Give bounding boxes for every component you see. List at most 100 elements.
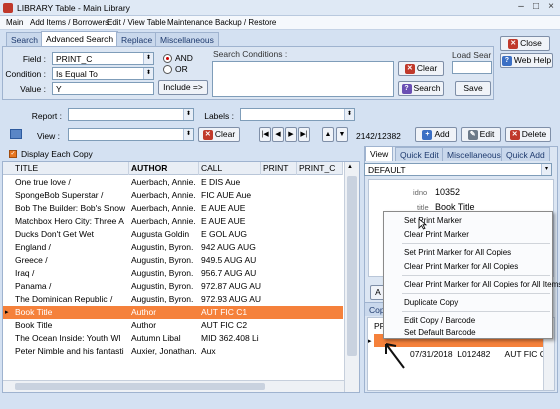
cell-print-c[interactable] — [297, 202, 343, 215]
cell-call[interactable]: Aux — [199, 345, 261, 358]
menu-add-items[interactable]: Add Items / Borrowers — [30, 18, 109, 27]
scrollbar-thumb[interactable] — [347, 176, 357, 356]
cell-call[interactable]: 956.7 AUG AU — [199, 267, 261, 280]
menu-set-print-marker-all-copies[interactable]: Set Print Marker for All Copies — [404, 248, 511, 257]
cell-author[interactable]: Author — [129, 319, 199, 332]
edit-button[interactable]: ✎ Edit — [461, 127, 501, 142]
cell-print-c[interactable] — [297, 306, 343, 319]
cell-author[interactable]: Augustin, Byron. — [129, 241, 199, 254]
or-radio[interactable] — [163, 65, 172, 74]
menu-clear-print-marker-all-copies[interactable]: Clear Print Marker for All Copies — [404, 262, 518, 271]
cell-print-c[interactable] — [297, 319, 343, 332]
tab-quick-edit[interactable]: Quick Edit — [395, 147, 444, 161]
cell-call[interactable]: E GOL AUG — [199, 228, 261, 241]
cell-print[interactable] — [261, 215, 297, 228]
table-row[interactable]: Bob The Builder: Bob's Snow Auerbach, Ann… — [3, 202, 343, 215]
cell-print-c[interactable] — [297, 189, 343, 202]
menu-set-print-marker[interactable]: Set Print Marker — [404, 216, 462, 225]
cell-print-c[interactable] — [297, 345, 343, 358]
web-help-button[interactable]: ? Web Help — [500, 53, 553, 68]
tab-quick-add[interactable]: Quick Add — [501, 147, 550, 161]
cell-print-c[interactable] — [297, 215, 343, 228]
cell-print-c[interactable] — [297, 293, 343, 306]
cell-call[interactable]: 972.87 AUG AU — [199, 280, 261, 293]
cell-print[interactable] — [261, 345, 297, 358]
menu-set-default-barcode[interactable]: Set Default Barcode — [404, 328, 476, 337]
prev-record-button[interactable]: ◀ — [272, 127, 284, 142]
table-row-selected[interactable]: ▸ Book Title Author AUT FIC C1 — [3, 306, 343, 319]
menu-clear-print-marker-all-items[interactable]: Clear Print Marker for All Copies for Al… — [404, 280, 560, 289]
close-button[interactable]: ✕ Close — [500, 36, 550, 51]
table-row[interactable]: Greece / Augustin, Byron. 949.5 AUG AU — [3, 254, 343, 267]
cell-print[interactable] — [261, 332, 297, 345]
column-print[interactable]: PRINT — [261, 162, 297, 175]
cell-title[interactable]: Panama / — [13, 280, 129, 293]
clear-conditions-button[interactable]: ✕ Clear — [398, 61, 444, 76]
column-call[interactable]: CALL — [199, 162, 261, 175]
menu-main[interactable]: Main — [6, 18, 23, 27]
tab-replace[interactable]: Replace — [116, 32, 158, 46]
cell-call[interactable]: AUT FIC C1 — [199, 306, 261, 319]
table-row[interactable]: The Dominican Republic / Augustin, Byron.… — [3, 293, 343, 306]
cell-author[interactable]: Augustin, Byron. — [129, 267, 199, 280]
cell-call[interactable]: FIC AUE Aue — [199, 189, 261, 202]
cell-title[interactable]: The Ocean Inside: Youth Wl — [13, 332, 129, 345]
table-row[interactable]: England / Augustin, Byron. 942 AUG AUG — [3, 241, 343, 254]
cell-print[interactable] — [261, 176, 297, 189]
add-button[interactable]: + Add — [415, 127, 457, 142]
menu-edit-view[interactable]: Edit / View Table — [107, 18, 166, 27]
column-author[interactable]: AUTHOR — [129, 162, 199, 175]
table-row[interactable]: The Ocean Inside: Youth Wl Autumn Libal MI… — [3, 332, 343, 345]
cell-title[interactable]: Book Title — [13, 306, 129, 319]
view-select[interactable]: ⬍ — [68, 128, 194, 141]
search-conditions-box[interactable] — [212, 61, 394, 97]
cell-title[interactable]: Ducks Don't Get Wet — [13, 228, 129, 241]
horizontal-scrollbar[interactable] — [3, 380, 344, 392]
cell-print[interactable] — [261, 228, 297, 241]
table-row[interactable]: Peter Nimble and his fantasti Auxier, Jon… — [3, 345, 343, 358]
cell-print[interactable] — [261, 267, 297, 280]
cell-call[interactable]: E AUE AUE — [199, 202, 261, 215]
cell-print-c[interactable] — [297, 254, 343, 267]
cell-call[interactable]: 949.5 AUG AU — [199, 254, 261, 267]
cell-print-c[interactable] — [297, 176, 343, 189]
next-record-button[interactable]: ▶ — [285, 127, 297, 142]
minimize-button[interactable]: – — [514, 1, 528, 14]
cell-print[interactable] — [261, 306, 297, 319]
cell-call[interactable]: E DIS Aue — [199, 176, 261, 189]
cell-print[interactable] — [261, 189, 297, 202]
cell-print[interactable] — [261, 293, 297, 306]
search-button[interactable]: ? Search — [398, 81, 444, 96]
cell-title[interactable]: Iraq / — [13, 267, 129, 280]
cell-author[interactable]: Autumn Libal — [129, 332, 199, 345]
grid-view-icon[interactable] — [10, 129, 22, 139]
labels-select[interactable]: ⬍ — [240, 108, 355, 121]
maximize-button[interactable]: □ — [529, 1, 543, 14]
value-input[interactable]: Y — [52, 82, 154, 95]
field-select[interactable]: PRINT_C ⬍ — [52, 52, 154, 65]
table-row[interactable]: SpongeBob Superstar / Auerbach, Annie. FIC… — [3, 189, 343, 202]
include-button[interactable]: Include => — [158, 80, 208, 95]
cell-author[interactable]: Augusta Goldin — [129, 228, 199, 241]
first-record-button[interactable]: |◀ — [259, 127, 271, 142]
menu-backup[interactable]: Backup / Restore — [215, 18, 276, 27]
scroll-down-button[interactable]: ▼ — [336, 127, 348, 142]
column-title[interactable]: TITLE — [13, 162, 129, 175]
menu-edit-copy-barcode[interactable]: Edit Copy / Barcode — [404, 316, 475, 325]
tab-view[interactable]: View — [365, 146, 394, 161]
tab-search[interactable]: Search — [6, 32, 43, 46]
cell-title[interactable]: Greece / — [13, 254, 129, 267]
layout-select[interactable]: DEFAULT ▾ — [364, 163, 552, 176]
cell-author[interactable]: Auerbach, Annie. — [129, 176, 199, 189]
cell-print-c[interactable] — [297, 280, 343, 293]
load-search-select[interactable] — [452, 61, 492, 74]
and-radio[interactable] — [163, 54, 172, 63]
cell-print-c[interactable] — [297, 241, 343, 254]
cell-print[interactable] — [261, 280, 297, 293]
condition-select[interactable]: Is Equal To ⬍ — [52, 67, 154, 80]
clear-view-button[interactable]: ✕ Clear — [198, 127, 240, 142]
cell-title[interactable]: Peter Nimble and his fantasti — [13, 345, 129, 358]
copy-row[interactable]: 07/31/2018 L012482 AUT FIC C2 — [410, 349, 551, 359]
cell-author[interactable]: Auerbach, Annie. — [129, 202, 199, 215]
cell-call[interactable]: AUT FIC C2 — [199, 319, 261, 332]
